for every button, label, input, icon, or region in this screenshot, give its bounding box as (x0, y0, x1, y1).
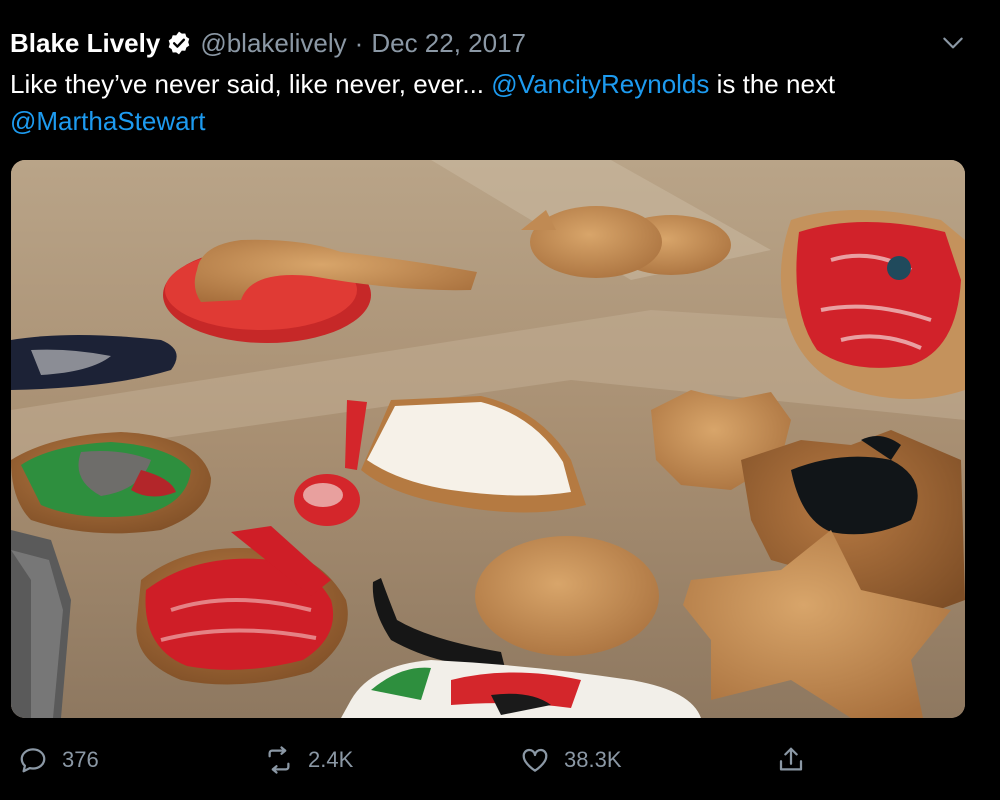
tweet-text: Like they’ve never said, like never, eve… (10, 66, 970, 140)
author-handle[interactable]: @blakelively (200, 28, 346, 59)
tweet-date[interactable]: Dec 22, 2017 (371, 28, 526, 59)
reply-count: 376 (62, 747, 99, 772)
share-button[interactable] (776, 738, 820, 782)
separator-dot: · (354, 27, 364, 58)
retweet-icon (268, 746, 290, 774)
heart-icon (522, 748, 548, 772)
tweet-text-part2: is the next (709, 69, 836, 99)
tweet-actions: 376 2.4K 38.3K (0, 738, 1000, 782)
retweet-count: 2.4K (308, 747, 354, 772)
retweet-button[interactable]: 2.4K (264, 738, 353, 782)
tweet-card: Blake Lively @blakelively · Dec 22, 2017… (0, 0, 1000, 800)
share-icon (779, 747, 803, 771)
reply-icon (20, 748, 46, 773)
mention-link[interactable]: @MarthaStewart (10, 106, 205, 136)
mention-link[interactable]: @VancityReynolds (491, 69, 709, 99)
author-name[interactable]: Blake Lively (10, 28, 160, 59)
tweet-photo[interactable] (11, 160, 965, 718)
like-button[interactable]: 38.3K (520, 738, 622, 782)
reply-button[interactable]: 376 (18, 738, 99, 782)
like-count: 38.3K (564, 747, 622, 772)
verified-badge-icon (166, 30, 192, 56)
tweet-header: Blake Lively @blakelively · Dec 22, 2017 (10, 26, 526, 60)
chevron-down-icon[interactable] (940, 30, 966, 56)
tweet-text-part1: Like they’ve never said, like never, eve… (10, 69, 492, 99)
